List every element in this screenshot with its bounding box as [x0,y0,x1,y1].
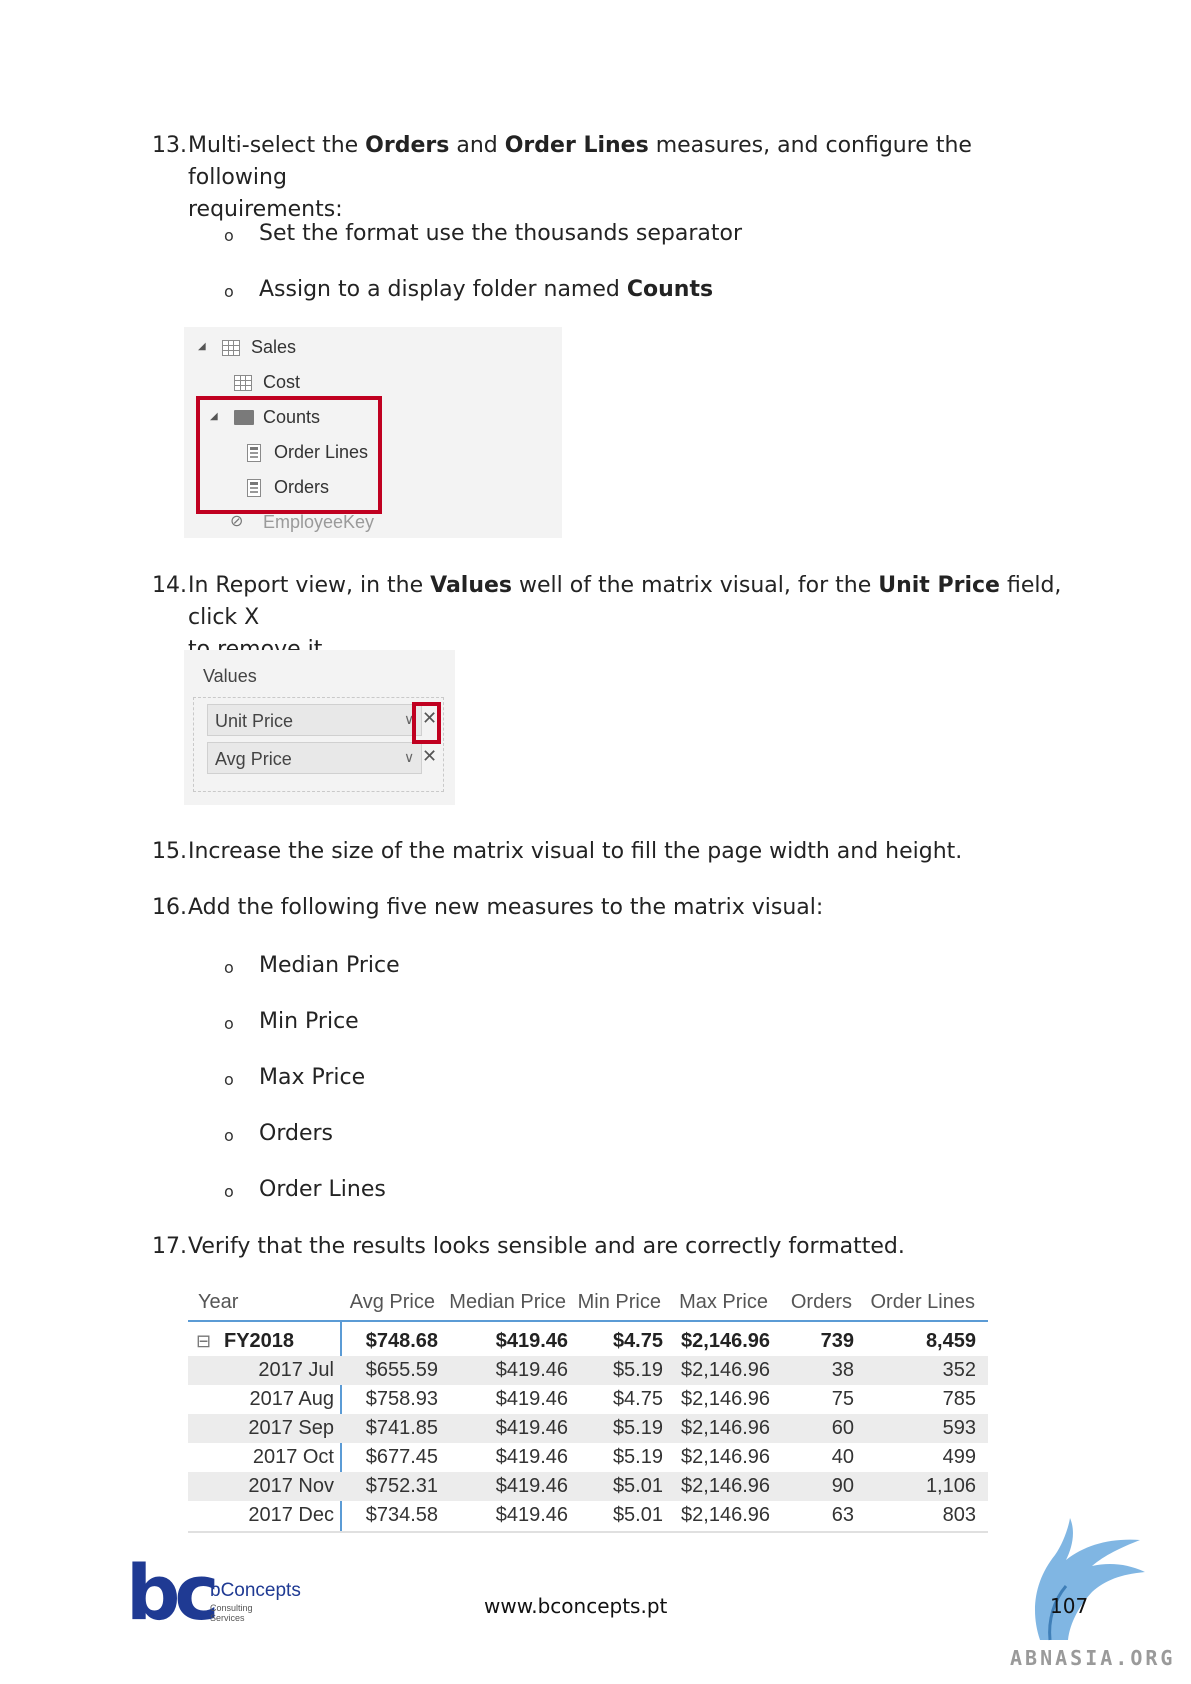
field-list-screenshot: ◢ Sales Cost ◢ Counts Order Lines Orders… [184,327,562,538]
watermark-text: ABNASIA.ORG [1010,1646,1176,1670]
step-13: 13. Multi-select the Orders and Order Li… [152,130,1052,222]
page-number: 107 [1050,1594,1089,1618]
matrix-header-row: Year Avg Price Median Price Min Price Ma… [188,1288,988,1318]
bullet-item: o Orders [224,1119,724,1149]
bullet-item: o Min Price [224,1007,724,1037]
value-field-unit-price[interactable]: Unit Price [207,704,422,736]
logo-tagline: Services [210,1613,245,1623]
table-row: 2017 Jul $655.59 $419.46 $5.19 $2,146.96… [188,1356,988,1385]
values-well-screenshot: Values Unit Price ∨ ✕ Avg Price ∨ ✕ [184,650,455,805]
collapse-icon: ◢ [198,341,206,352]
table-row: ⊟ FY2018 $748.68 $419.46 $4.75 $2,146.96… [188,1327,988,1356]
step-text: Multi-select the Orders and Order Lines … [188,133,972,222]
bullet-item: o Median Price [224,951,724,981]
table-name: Sales [251,337,297,357]
step-number: 14. [152,573,187,598]
column-header[interactable]: Avg Price [328,1288,435,1317]
table-row: 2017 Sep $741.85 $419.46 $5.19 $2,146.96… [188,1414,988,1443]
value-field-label: Avg Price [215,749,292,769]
step-14: 14. In Report view, in the Values well o… [152,570,1092,662]
value-field-avg-price[interactable]: Avg Price [207,742,422,774]
values-drop-zone[interactable]: Unit Price ∨ ✕ Avg Price ∨ ✕ [193,697,444,792]
bullet-marker: o [224,282,234,301]
values-well-title: Values [203,666,257,686]
logo-brand: bConcepts [210,1580,301,1601]
bullet-marker: o [224,226,234,245]
step-text: Verify that the results looks sensible a… [188,1234,905,1259]
highlight-box [412,702,441,744]
header-rule [188,1320,988,1322]
step-number: 16. [152,895,187,920]
bird-watermark-icon [1035,1518,1145,1641]
table-row: 2017 Nov $752.31 $419.46 $5.01 $2,146.96… [188,1472,988,1501]
step-text: Increase the size of the matrix visual t… [188,839,963,864]
chevron-down-icon[interactable]: ∨ [404,749,414,766]
bullet-marker: o [224,1126,234,1145]
bullet-marker: o [224,1182,234,1201]
bullet-marker: o [224,1014,234,1033]
table-row: 2017 Oct $677.45 $419.46 $5.19 $2,146.96… [252,1446,976,1468]
remove-avg-price-icon[interactable]: ✕ [422,746,437,767]
highlight-box [196,396,382,514]
logo-mark: bc [126,1548,219,1637]
bullet-item: o Order Lines [224,1175,724,1205]
logo-tagline: Consulting [210,1603,253,1613]
column-header[interactable]: Median Price [440,1288,566,1317]
column-header[interactable]: Order Lines [858,1288,976,1317]
column-header[interactable]: Max Price [668,1288,768,1317]
step-text: Add the following five new measures to t… [188,895,824,920]
step-number: 17. [152,1234,187,1259]
bullet-marker: o [224,1070,234,1089]
column-header[interactable]: Min Price [571,1288,661,1317]
table-icon [234,375,252,391]
matrix-visual: Year Avg Price Median Price Min Price Ma… [188,1270,988,1533]
bullet-item: o Assign to a display folder named Count… [224,275,924,305]
step-number: 13. [152,133,187,158]
collapse-icon[interactable]: ⊟ [196,1327,211,1356]
step-number: 15. [152,839,187,864]
step-15: 15. Increase the size of the matrix visu… [152,836,1092,870]
bullet-item: o Max Price [224,1063,724,1093]
bottom-rule [188,1531,988,1533]
footer-url[interactable]: www.bconcepts.pt [484,1594,667,1618]
table-row: 2017 Aug $758.93 $419.46 $4.75 $2,146.96… [249,1388,976,1410]
bullet-item: o Set the format use the thousands separ… [224,219,924,249]
field-label: Cost [263,372,301,392]
step-16: 16. Add the following five new measures … [152,892,1092,926]
column-header[interactable]: Orders [775,1288,852,1317]
step-17: 17. Verify that the results looks sensib… [152,1231,1092,1265]
table-row: 2017 Dec $734.58 $419.46 $5.01 $2,146.96… [248,1504,976,1526]
bullet-marker: o [224,958,234,977]
value-field-label: Unit Price [215,711,294,731]
bconcepts-logo: bc bConcepts Consulting Services [126,1548,326,1638]
column-header[interactable]: Year [198,1288,238,1317]
table-icon [222,340,240,356]
